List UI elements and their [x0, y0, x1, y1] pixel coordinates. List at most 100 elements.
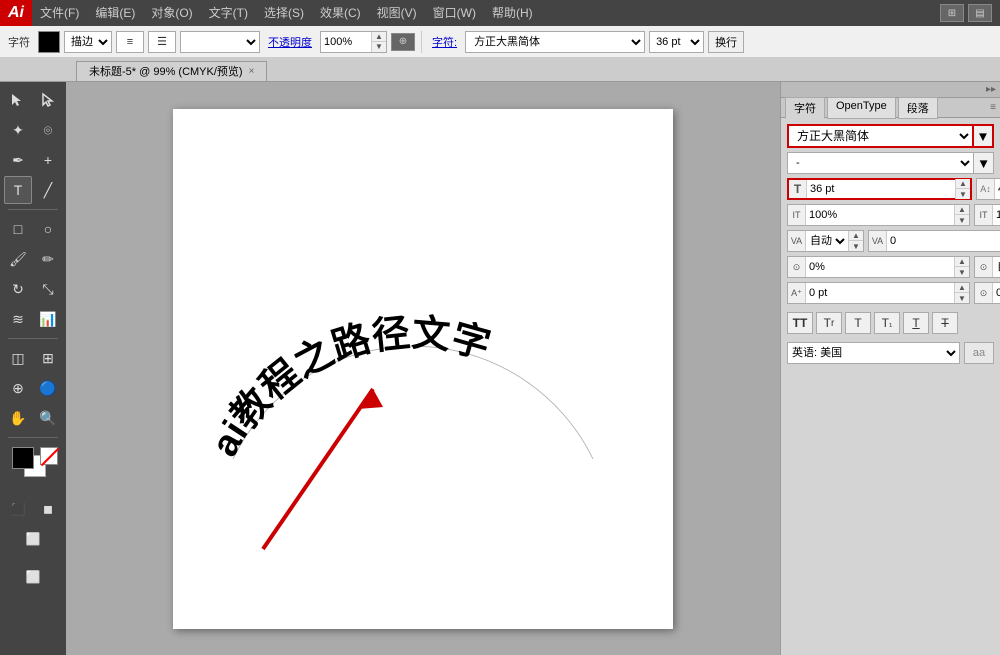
- color-swatch[interactable]: [38, 31, 60, 53]
- pen-tool[interactable]: ✒: [4, 146, 32, 174]
- leading-input[interactable]: [995, 179, 1000, 199]
- screen-mode-full-menu[interactable]: ◼: [34, 495, 62, 523]
- tt-allcaps-button[interactable]: TT: [787, 312, 813, 334]
- panel-menu-icon[interactable]: ≡: [990, 102, 996, 113]
- lasso-tool[interactable]: ⌾: [34, 116, 62, 144]
- screen-mode-full[interactable]: ⬜: [19, 525, 47, 553]
- language-aa-row: 英语: 美国 aa: [787, 342, 994, 364]
- magic-wand-tool[interactable]: ✦: [4, 116, 32, 144]
- menu-edit[interactable]: 编辑(E): [87, 0, 143, 26]
- rotate-tool[interactable]: ↻: [4, 275, 32, 303]
- menu-text[interactable]: 文字(T): [201, 0, 256, 26]
- char-link[interactable]: 字符:: [428, 34, 461, 50]
- rotation-input[interactable]: [993, 283, 1000, 303]
- kerning-input[interactable]: [993, 205, 1000, 225]
- blend-tool[interactable]: ⊕: [4, 374, 32, 402]
- menu-help[interactable]: 帮助(H): [484, 0, 541, 26]
- va1-down[interactable]: ▼: [849, 241, 863, 251]
- warp-tool[interactable]: ≋: [4, 305, 32, 333]
- paintbrush-tool[interactable]: 🖌: [4, 245, 32, 273]
- va-field-2: VA ▲ ▼: [868, 230, 1000, 252]
- opacity-input[interactable]: 100%: [321, 36, 371, 48]
- screen-mode-normal[interactable]: ⬛: [4, 495, 32, 523]
- text-tools-row: T ╱: [4, 176, 62, 204]
- scale-h-up[interactable]: ▲: [955, 257, 969, 267]
- draw-mode[interactable]: ⬜: [19, 563, 47, 591]
- baseline-input[interactable]: [806, 283, 954, 303]
- tab-character[interactable]: 字符: [785, 97, 825, 119]
- zoom-tools-row: ✋ 🔍: [4, 404, 62, 432]
- foreground-color-swatch[interactable]: [12, 447, 34, 469]
- tool-separator-2: [8, 338, 58, 339]
- tab-paragraph[interactable]: 段落: [898, 97, 938, 119]
- align-center-icon[interactable]: ☰: [148, 31, 176, 53]
- style-select[interactable]: [180, 31, 260, 53]
- t-subscript-button[interactable]: T₁: [874, 312, 900, 334]
- scale-tool[interactable]: ⤡: [34, 275, 62, 303]
- tab-opentype[interactable]: OpenType: [827, 97, 896, 119]
- tracking-up[interactable]: ▲: [955, 205, 969, 215]
- font-name-select[interactable]: 方正大黑简体: [787, 124, 974, 148]
- language-select[interactable]: 英语: 美国: [787, 342, 960, 364]
- t-underline-button[interactable]: T: [903, 312, 929, 334]
- baseline-up[interactable]: ▲: [955, 283, 969, 293]
- direct-select-tool[interactable]: [34, 86, 62, 114]
- font-arrow-button[interactable]: ▼: [974, 124, 994, 148]
- menu-file[interactable]: 文件(F): [32, 0, 87, 26]
- tracking-input[interactable]: [806, 205, 954, 225]
- graph-tool[interactable]: 📊: [34, 305, 62, 333]
- opacity-down[interactable]: ▼: [372, 42, 386, 52]
- baseline-down[interactable]: ▼: [955, 293, 969, 303]
- va-select-1[interactable]: 自动: [806, 231, 848, 251]
- document-tab[interactable]: 未标题-5* @ 99% (CMYK/预览) ×: [76, 61, 267, 81]
- font-size-down[interactable]: ▼: [956, 189, 970, 199]
- menu-select[interactable]: 选择(S): [256, 0, 312, 26]
- zoom-tool[interactable]: 🔍: [34, 404, 62, 432]
- scale-v-select[interactable]: 自动: [993, 257, 1000, 277]
- select-tool[interactable]: [4, 86, 32, 114]
- blend-mode-select[interactable]: 描边: [64, 31, 112, 53]
- baseline-field: A⁺ ▲ ▼: [787, 282, 970, 304]
- mesh-tool[interactable]: ⊞: [34, 344, 62, 372]
- toolbar-size-select[interactable]: 36 pt: [649, 31, 704, 53]
- bottom-tools: ⬛ ◼ ⬜: [0, 491, 66, 557]
- type-tool[interactable]: T: [4, 176, 32, 204]
- tr-smallcaps-button[interactable]: Tr: [816, 312, 842, 334]
- eyedrop-tool[interactable]: 🔵: [34, 374, 62, 402]
- va-input-2[interactable]: [887, 231, 1000, 251]
- rect-tool[interactable]: □: [4, 215, 32, 243]
- menu-window[interactable]: 窗口(W): [425, 0, 484, 26]
- ellipse-tool[interactable]: ○: [34, 215, 62, 243]
- scale-h-down[interactable]: ▼: [955, 267, 969, 277]
- font-name-row: 方正大黑简体 ▼: [787, 124, 994, 148]
- tracking-down[interactable]: ▼: [955, 215, 969, 225]
- tab-close-button[interactable]: ×: [249, 62, 255, 82]
- no-fill-swatch[interactable]: [40, 447, 58, 465]
- options-icon[interactable]: ⊕: [391, 33, 415, 51]
- font-size-input[interactable]: [807, 180, 955, 198]
- scale-h-input[interactable]: [806, 257, 954, 277]
- wrap-button[interactable]: 换行: [708, 31, 744, 53]
- font-style-arrow[interactable]: ▼: [974, 152, 994, 174]
- t-superscript-button[interactable]: T: [845, 312, 871, 334]
- panel-collapse-icon[interactable]: ▸▸: [986, 84, 996, 95]
- pencil-tool[interactable]: ✏: [34, 245, 62, 273]
- arrange-icon[interactable]: ⊞: [940, 4, 964, 22]
- font-size-up[interactable]: ▲: [956, 179, 970, 189]
- workspace-icon[interactable]: ▤: [968, 4, 992, 22]
- menu-view[interactable]: 视图(V): [369, 0, 425, 26]
- add-anchor-tool[interactable]: +: [34, 146, 62, 174]
- menu-effect[interactable]: 效果(C): [312, 0, 369, 26]
- t-strikethrough-button[interactable]: T: [932, 312, 958, 334]
- toolbar-font-select[interactable]: 方正大黑简体: [465, 31, 645, 53]
- va1-up[interactable]: ▲: [849, 231, 863, 241]
- rect-tools-row: □ ○: [4, 215, 62, 243]
- align-left-icon[interactable]: ≡: [116, 31, 144, 53]
- font-style-select[interactable]: -: [787, 152, 974, 174]
- hand-tool[interactable]: ✋: [4, 404, 32, 432]
- line-tool[interactable]: ╱: [34, 176, 62, 204]
- menu-object[interactable]: 对象(O): [143, 0, 200, 26]
- char-panel-content: 方正大黑简体 ▼ - ▼ T ▲ ▼: [781, 118, 1000, 370]
- gradient-tool[interactable]: ◫: [4, 344, 32, 372]
- opacity-up[interactable]: ▲: [372, 32, 386, 42]
